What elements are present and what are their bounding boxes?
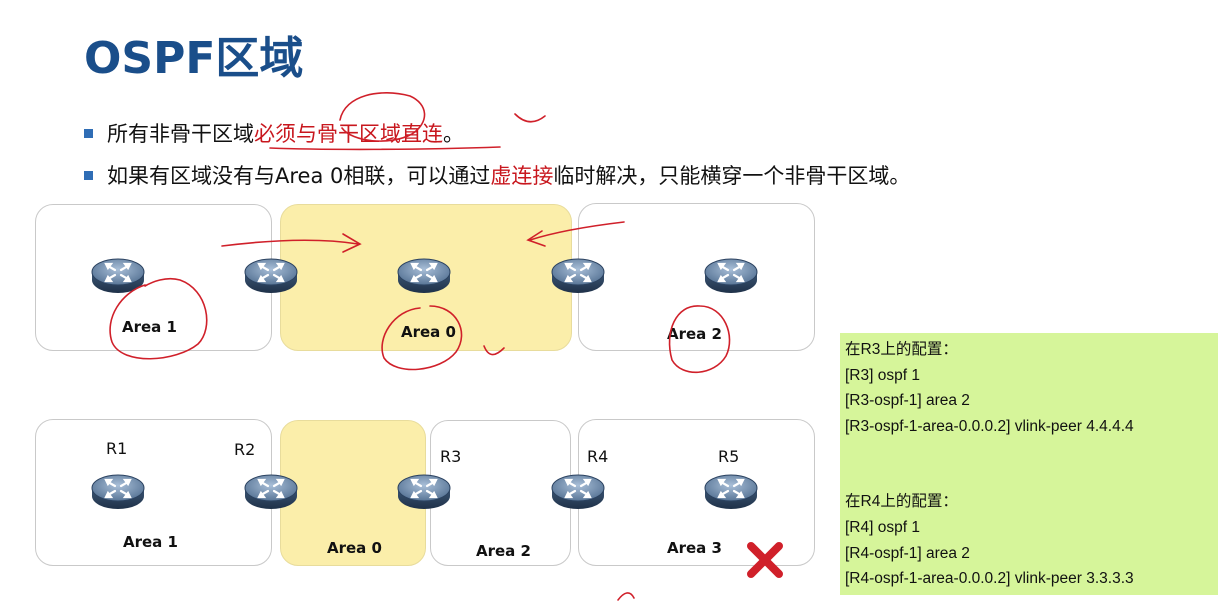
annotation-circle xyxy=(668,305,731,374)
annotation-circle xyxy=(109,277,208,360)
slide: OSPF区域 所有非骨干区域必须与骨干区域直连。 如果有区域没有与Area 0相… xyxy=(0,0,1222,603)
annotation-check xyxy=(483,345,505,356)
annotation-check xyxy=(514,113,546,123)
annotation-arrow xyxy=(529,221,625,241)
annotation-mark xyxy=(617,592,635,601)
annotation-layer xyxy=(109,92,731,601)
annotation-circle xyxy=(339,92,426,142)
annotation-circle xyxy=(381,305,463,371)
annotation-arrow xyxy=(221,239,359,247)
annotation-underline xyxy=(269,146,501,151)
